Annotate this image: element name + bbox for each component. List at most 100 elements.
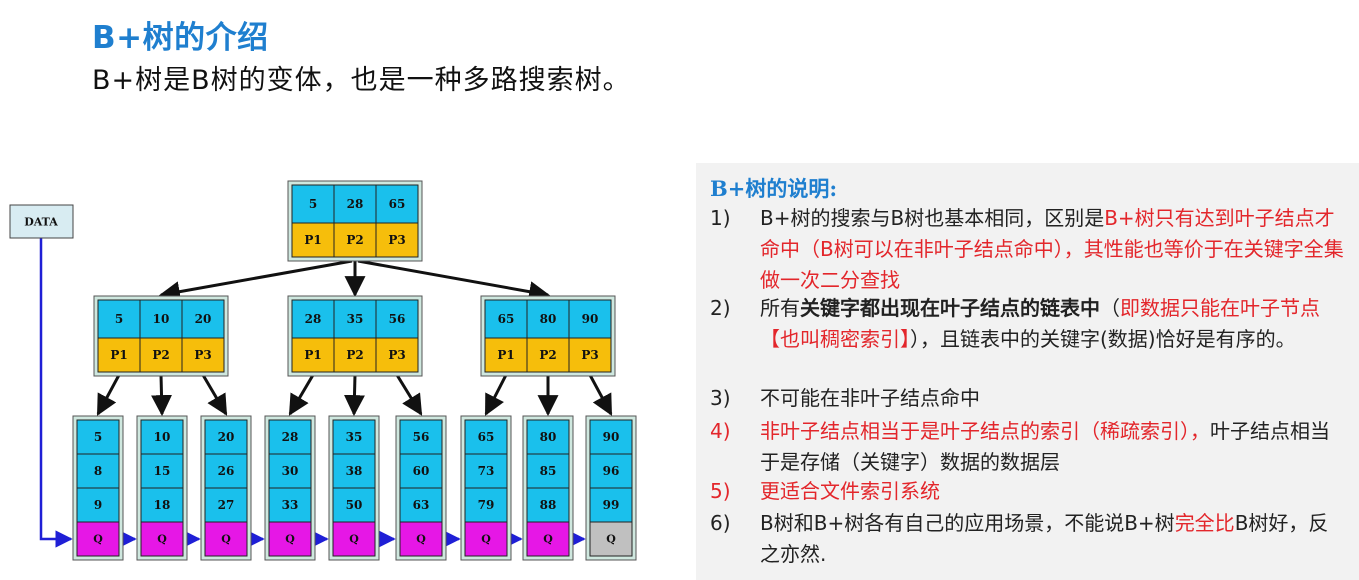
leaf-key-cell-text: 27 — [218, 498, 235, 512]
leaf-node: 28 30 33 Q — [264, 415, 316, 561]
leaf-q-cell-text: Q — [543, 533, 553, 546]
item-text-part: ），且链表中的关键字(数据)恰好是有序的。 — [910, 327, 1296, 351]
data-link-arrow — [39, 238, 73, 548]
pointer-cell-text: P1 — [304, 348, 321, 362]
item-number: 5) — [710, 479, 731, 503]
leaf-key-cell-text: 5 — [94, 430, 102, 444]
leaf-key-cell-text: 90 — [603, 430, 620, 444]
panel-title: B+树的说明: — [710, 176, 838, 201]
data-label-text: DATA — [24, 216, 58, 229]
key-cell-text: 28 — [347, 197, 364, 211]
leaf-node: 90 96 99 Q — [585, 415, 637, 561]
key-cell-text: 5 — [309, 197, 317, 211]
leaf-key-cell-text: 35 — [346, 430, 363, 444]
item-text: 更适合文件索引系统 — [760, 476, 1345, 507]
item-text-part: 完全比 — [1174, 511, 1235, 535]
pointer-cell-text: P3 — [194, 348, 211, 362]
pointer-cell-text: P1 — [304, 233, 321, 247]
item-number: 4) — [710, 419, 731, 443]
leaf-q-cell-text: Q — [285, 533, 295, 546]
key-cell-text: 56 — [389, 312, 406, 326]
leaf-node: 80 85 88 Q — [522, 415, 574, 561]
leaf-node: 20 26 27 Q — [200, 415, 252, 561]
leaf-key-cell-text: 80 — [540, 430, 557, 444]
bplus-tree-diagram: DATA5 28 65P1 P2 P35 10 20P1 P2 P328 35 56P1 P2 P365… — [9, 180, 637, 561]
leaf-key-cell-text: 56 — [413, 430, 430, 444]
item-text: B树和B+树各有自己的应用场景，不能说B+树完全比B树好，反之亦然. — [760, 508, 1345, 570]
item-text-part: 不可能在非叶子结点命中 — [760, 386, 980, 410]
leaf-key-cell-text: 33 — [282, 498, 299, 512]
tree-link-arrow — [484, 374, 508, 416]
item-number: 6) — [710, 511, 731, 535]
leaf-q-cell-text: Q — [221, 533, 231, 546]
leaf-key-cell-text: 60 — [413, 464, 430, 478]
leaf-key-cell-text: 28 — [282, 430, 299, 444]
item-text-part: 所有 — [760, 296, 800, 320]
tree-link-arrow — [357, 259, 551, 303]
data-label-box: DATA — [9, 204, 74, 239]
pointer-cell-text: P2 — [346, 348, 363, 362]
tree-link-arrow — [395, 374, 423, 416]
key-cell-text: 10 — [153, 312, 170, 326]
leaf-key-cell-text: 30 — [282, 464, 299, 478]
item-text: 不可能在非叶子结点命中 — [760, 383, 1345, 414]
item-text-part: B树和B+树各有自己的应用场景，不能说B+树 — [760, 511, 1175, 535]
root-node: 5 28 65 P1 P2 P3 — [287, 180, 423, 262]
leaf-key-cell-text: 10 — [154, 430, 171, 444]
key-cell-text: 20 — [195, 312, 212, 326]
internal-node: 5 10 20 P1 P2 P3 — [93, 295, 229, 377]
pointer-cell-text: P2 — [152, 348, 169, 362]
item-number: 3) — [710, 386, 731, 410]
leaf-key-cell-text: 73 — [478, 464, 495, 478]
description-panel: B+树的说明: 1) B+树的搜索与B树也基本相同，区别是B+树只有达到叶子结点… — [696, 163, 1359, 580]
item-text-part: （ — [1100, 296, 1120, 320]
key-cell-text: 80 — [540, 312, 557, 326]
leaf-key-cell-text: 26 — [218, 464, 235, 478]
tree-link-arrow — [288, 374, 315, 416]
internal-node: 65 80 90 P1 P2 P3 — [480, 295, 616, 377]
item-text: B+树的搜索与B树也基本相同，区别是B+树只有达到叶子结点才命中（B树可以在非叶… — [760, 203, 1345, 296]
leaf-key-cell-text: 99 — [603, 498, 620, 512]
leaf-key-cell-text: 65 — [478, 430, 495, 444]
key-cell-text: 35 — [347, 312, 364, 326]
page-title: B+树的介绍 — [92, 20, 269, 56]
leaf-node: 35 38 50 Q — [328, 415, 380, 561]
item-text-part: 关键字都出现在叶子结点的链表中 — [800, 296, 1100, 320]
tree-link-arrow — [158, 259, 353, 303]
leaf-key-cell-text: 50 — [346, 498, 363, 512]
leaf-key-cell-text: 85 — [540, 464, 557, 478]
leaf-key-cell-text: 88 — [540, 498, 557, 512]
leaf-q-cell-text: Q — [606, 533, 616, 546]
leaf-key-cell-text: 38 — [346, 464, 363, 478]
leaf-key-cell-text: 96 — [603, 464, 620, 478]
tree-link-arrow — [151, 374, 173, 417]
item-number: 2) — [710, 296, 731, 320]
key-cell-text: 5 — [115, 312, 123, 326]
leaf-key-cell-text: 20 — [218, 430, 235, 444]
leaf-key-cell-text: 8 — [94, 464, 102, 478]
item-text: 非叶子结点相当于是叶子结点的索引（稀疏索引），叶子结点相当于是存储（关键字）数据… — [760, 416, 1345, 478]
key-cell-text: 90 — [582, 312, 599, 326]
leaf-q-cell-text: Q — [349, 533, 359, 546]
leaf-key-cell-text: 18 — [154, 498, 171, 512]
leaf-q-cell-text: Q — [157, 533, 167, 546]
leaf-key-cell-text: 9 — [94, 498, 102, 512]
pointer-cell-text: P1 — [110, 348, 127, 362]
key-cell-text: 28 — [305, 312, 322, 326]
page-subtitle: B+树是B树的变体，也是一种多路搜索树。 — [92, 65, 631, 96]
item-text-part: 更适合文件索引系统 — [760, 479, 940, 503]
leaf-key-cell-text: 79 — [478, 498, 495, 512]
leaf-key-cell-text: 63 — [413, 498, 430, 512]
key-cell-text: 65 — [389, 197, 406, 211]
leaf-q-cell-text: Q — [481, 533, 491, 546]
internal-node: 28 35 56 P1 P2 P3 — [287, 295, 423, 377]
item-number: 1) — [710, 206, 731, 230]
leaf-node: 10 15 18 Q — [136, 415, 188, 561]
item-text: 所有关键字都出现在叶子结点的链表中（即数据只能在叶子节点【也叫稠密索引】），且链… — [760, 293, 1345, 355]
pointer-cell-text: P3 — [388, 348, 405, 362]
leaf-node: 56 60 63 Q — [395, 415, 447, 561]
leaf-key-cell-text: 15 — [154, 464, 171, 478]
leaf-q-cell-text: Q — [416, 533, 426, 546]
key-cell-text: 65 — [498, 312, 515, 326]
pointer-cell-text: P2 — [346, 233, 363, 247]
